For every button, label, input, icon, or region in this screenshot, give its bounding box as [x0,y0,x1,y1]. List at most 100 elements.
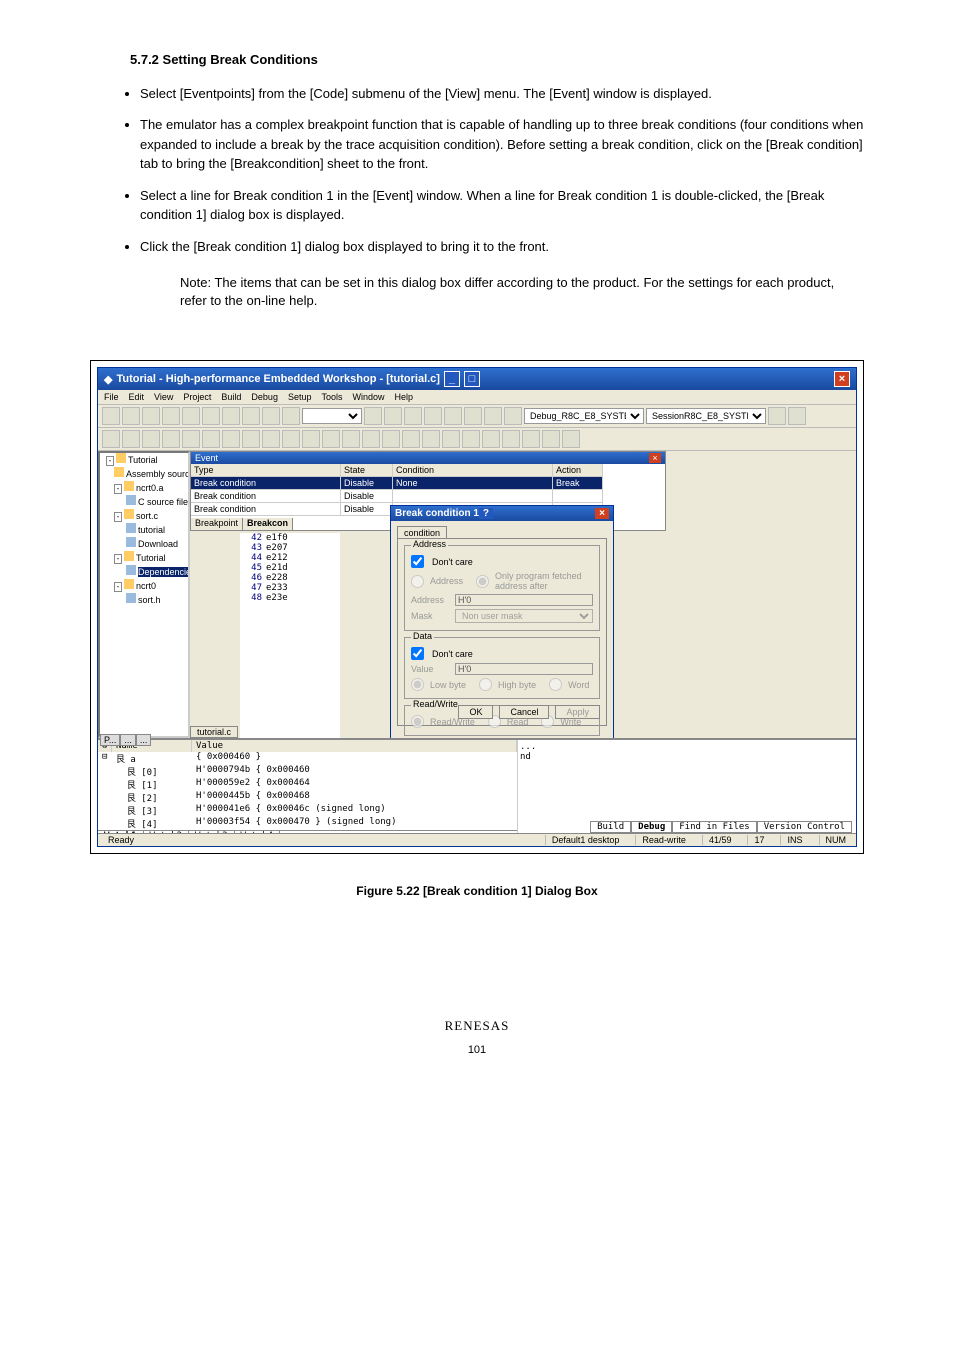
group-data: Data Don't care Value Low byte High byte… [404,637,600,699]
menu-view[interactable]: View [154,392,173,402]
tree-tab-3[interactable]: ... [136,734,152,738]
d6-icon[interactable] [202,430,220,448]
close-button[interactable]: × [834,371,850,387]
tab-find[interactable]: Find in Files [672,821,756,833]
d2-icon[interactable] [122,430,140,448]
open-icon[interactable] [122,407,140,425]
data-dontcare-checkbox[interactable] [411,647,424,660]
d8-icon[interactable] [242,430,260,448]
d17-icon[interactable] [422,430,440,448]
tree-tab-2[interactable]: ... [120,734,136,738]
menu-tools[interactable]: Tools [321,392,342,402]
d7-icon[interactable] [222,430,240,448]
t8-icon[interactable] [504,407,522,425]
save-icon[interactable] [142,407,160,425]
dialog-title: Break condition 1 [395,508,479,519]
d15-icon[interactable] [382,430,400,448]
ok-button[interactable]: OK [458,705,493,719]
session-select[interactable]: SessionR8C_E8_SYSTEM [646,408,766,424]
menu-project[interactable]: Project [183,392,211,402]
lowbyte-radio [411,678,424,691]
copy-icon[interactable] [222,407,240,425]
saveall-icon[interactable] [162,407,180,425]
workspace-tree[interactable]: -Tutorial Assembly source -ncrt0.a C sou… [98,451,190,738]
d12-icon[interactable] [322,430,340,448]
status-num: NUM [819,835,853,845]
menu-edit[interactable]: Edit [129,392,145,402]
t5-icon[interactable] [444,407,462,425]
d13-icon[interactable] [342,430,360,448]
menu-help[interactable]: Help [395,392,414,402]
d21-icon[interactable] [502,430,520,448]
t6-icon[interactable] [464,407,482,425]
d4-icon[interactable] [162,430,180,448]
paste-icon[interactable] [242,407,260,425]
status-ins: INS [780,835,808,845]
tab-debug[interactable]: Debug [631,821,672,833]
d24-icon[interactable] [562,430,580,448]
menu-build[interactable]: Build [221,392,241,402]
tree-tab-p[interactable]: P... [100,734,120,738]
dontcare-checkbox[interactable] [411,555,424,568]
d3-icon[interactable] [142,430,160,448]
d1-icon[interactable] [102,430,120,448]
col-state[interactable]: State [341,464,393,477]
titlebar: ◆ Tutorial - High-performance Embedded W… [98,368,856,390]
d18-icon[interactable] [442,430,460,448]
tab-version[interactable]: Version Control [757,821,852,833]
d5-icon[interactable] [182,430,200,448]
t1-icon[interactable] [364,407,382,425]
col-action[interactable]: Action [553,464,603,477]
menu-file[interactable]: File [104,392,119,402]
col-type[interactable]: Type [191,464,341,477]
t7-icon[interactable] [484,407,502,425]
d9-icon[interactable] [262,430,280,448]
tab-breakcondition[interactable]: Breakcon [243,518,293,530]
t4-icon[interactable] [424,407,442,425]
d20-icon[interactable] [482,430,500,448]
d14-icon[interactable] [362,430,380,448]
menu-debug[interactable]: Debug [251,392,278,402]
dialog-close-icon[interactable]: × [595,508,609,519]
t2-icon[interactable] [384,407,402,425]
help-icon[interactable]: ? [479,508,493,519]
break-condition-row-2[interactable]: Break condition [191,490,341,503]
app-icon: ◆ [104,373,112,386]
minimize-button[interactable]: _ [444,371,460,387]
match-icon[interactable] [262,407,280,425]
d19-icon[interactable] [462,430,480,448]
tab-build[interactable]: Build [590,821,631,833]
col-condition[interactable]: Condition [393,464,553,477]
d22-icon[interactable] [522,430,540,448]
window-title: Tutorial - High-performance Embedded Wor… [116,373,440,385]
new-icon[interactable] [102,407,120,425]
break-condition-dialog: Break condition 1 ? × condition Address … [390,505,614,738]
d23-icon[interactable] [542,430,560,448]
source-code-pane[interactable]: 42e1f0 43e207 44e212 45e21d 46e228 47e23… [240,533,340,738]
d10-icon[interactable] [282,430,300,448]
t9-icon[interactable] [768,407,786,425]
cut-icon[interactable] [202,407,220,425]
break-condition-row-3[interactable]: Break condition [191,503,341,516]
tab-breakpoint[interactable]: Breakpoint [191,518,243,530]
readwrite-radio [411,715,424,728]
menu-setup[interactable]: Setup [288,392,312,402]
t3-icon[interactable] [404,407,422,425]
word-radio [549,678,562,691]
print-icon[interactable] [182,407,200,425]
t10-icon[interactable] [788,407,806,425]
find-icon[interactable] [282,407,300,425]
status-desktop: Default1 desktop [545,835,626,845]
build-config-select[interactable]: Debug_R8C_E8_SYSTEM [524,408,644,424]
d11-icon[interactable] [302,430,320,448]
d16-icon[interactable] [402,430,420,448]
cancel-button[interactable]: Cancel [499,705,549,719]
maximize-button[interactable]: □ [464,371,480,387]
source-tab[interactable]: tutorial.c [190,726,238,738]
config-select-blank[interactable] [302,408,362,424]
menu-window[interactable]: Window [353,392,385,402]
event-close-icon[interactable]: × [649,453,661,463]
break-condition-row-1[interactable]: Break condition [191,477,341,490]
apply-button: Apply [555,705,600,719]
watch-col-value[interactable]: Value [192,740,517,752]
